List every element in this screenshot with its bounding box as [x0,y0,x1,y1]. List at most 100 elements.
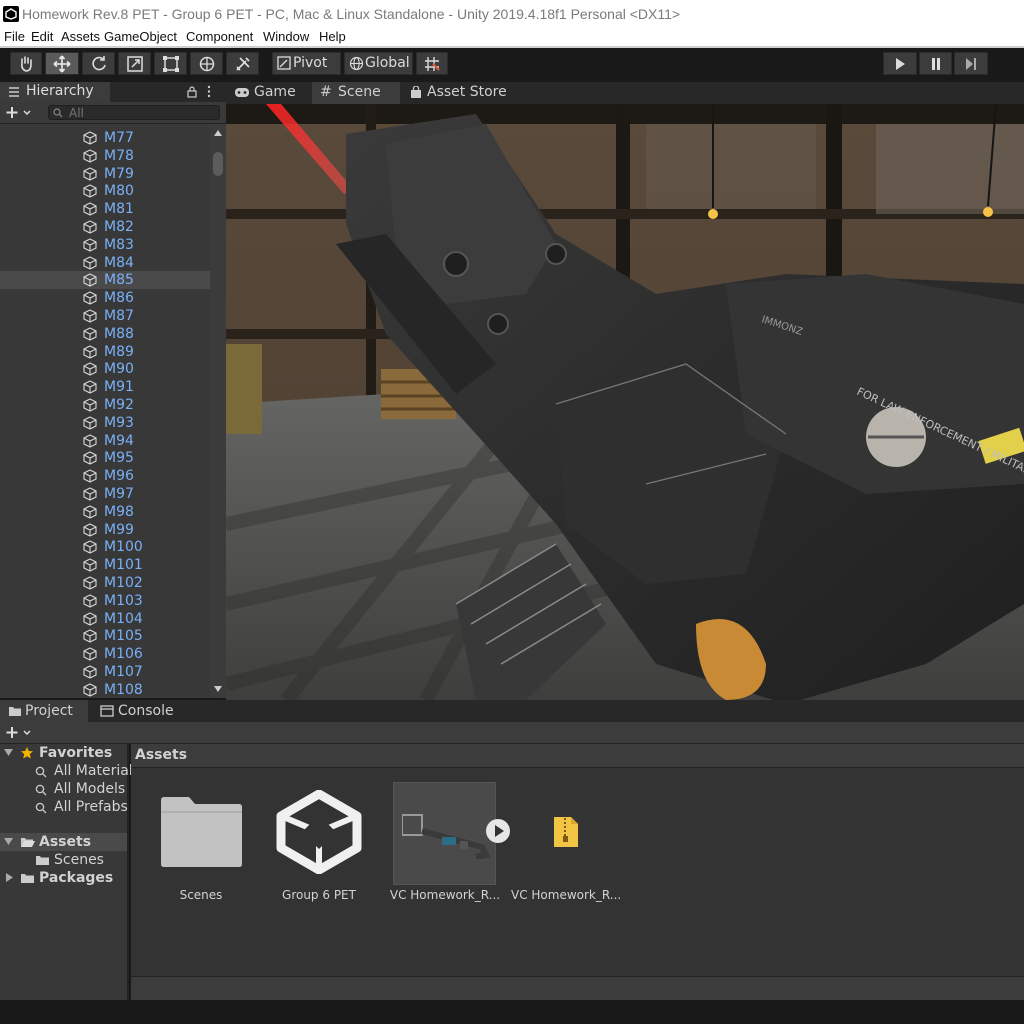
search-icon [35,766,47,778]
asset-scenes-folder[interactable] [153,788,249,888]
zip-file-icon [554,817,578,847]
hierarchy-item[interactable]: M88 [0,325,210,343]
hierarchy-list[interactable]: M77 M78 M79 M80 M81 M82 M83 M84 M85 M86 M87 M88 M89 M… [0,124,226,698]
hierarchy-item[interactable]: M94 [0,432,210,450]
add-icon[interactable] [6,106,36,119]
hierarchy-item[interactable]: M79 [0,165,210,183]
expand-arrow-icon[interactable] [4,838,13,846]
gameobject-cube-icon [83,594,97,608]
hierarchy-item[interactable]: M87 [0,307,210,325]
kebab-menu-icon[interactable] [206,85,212,98]
tab-console[interactable]: Console [92,700,182,722]
menu-gameobject[interactable]: GameObject [104,28,177,46]
favorite-all-materials[interactable]: All Materials [54,762,140,780]
hand-tool-button[interactable] [10,52,42,75]
tab-scene[interactable]: # Scene [312,82,400,104]
hierarchy-item[interactable]: M84 [0,254,210,272]
hierarchy-item[interactable]: M95 [0,449,210,467]
lock-icon[interactable] [186,85,198,98]
console-icon [100,705,114,717]
menu-component[interactable]: Component [186,28,253,46]
hierarchy-item[interactable]: M93 [0,414,210,432]
play-preview-icon[interactable] [485,818,511,844]
menu-window[interactable]: Window [263,28,309,46]
asset-vc-homework-zip[interactable] [517,788,613,888]
play-button[interactable] [883,52,917,75]
hierarchy-item[interactable]: M103 [0,592,210,610]
menu-file[interactable]: File [4,28,25,46]
scroll-thumb[interactable] [213,152,223,176]
menu-assets[interactable]: Assets [61,28,100,46]
gameobject-cube-icon [83,398,97,412]
menu-edit[interactable]: Edit [31,28,53,46]
add-asset-icon[interactable] [6,726,36,739]
gameobject-cube-icon [83,540,97,555]
hierarchy-search-input[interactable] [48,105,220,120]
scale-tool-button[interactable] [118,52,151,75]
hierarchy-item[interactable]: M97 [0,485,210,503]
hierarchy-item[interactable]: M86 [0,289,210,307]
hierarchy-item[interactable]: M107 [0,663,210,681]
gameobject-cube-icon [83,665,97,679]
hierarchy-item[interactable]: M104 [0,610,210,628]
scroll-up-icon[interactable] [214,130,222,136]
favorites-label[interactable]: Favorites [39,744,112,762]
gameobject-cube-icon [83,611,97,626]
hierarchy-toolbar [0,102,226,124]
snap-settings-button[interactable] [416,52,448,75]
favorite-all-prefabs[interactable]: All Prefabs [54,798,128,816]
menu-help[interactable]: Help [319,28,346,46]
rect-transform-icon [162,55,179,72]
project-breadcrumb-bar: Assets [131,744,1024,768]
transform-tool-button[interactable] [190,52,223,75]
breadcrumb-assets[interactable]: Assets [135,747,187,763]
move-tool-button[interactable] [45,52,79,75]
pause-button[interactable] [919,52,952,75]
asset-vc-homework-prefab[interactable] [393,782,496,885]
hierarchy-scrollbar[interactable] [210,124,226,698]
hierarchy-item[interactable]: M92 [0,396,210,414]
hierarchy-item[interactable]: M102 [0,574,210,592]
hierarchy-item[interactable]: M77 [0,129,210,147]
global-toggle[interactable]: Global [344,52,413,75]
hierarchy-item[interactable]: M101 [0,556,210,574]
hierarchy-item-label: M108 [104,681,143,698]
rotate-tool-button[interactable] [82,52,115,75]
scroll-down-icon[interactable] [214,686,222,692]
hash-icon: # [320,84,332,100]
tab-project[interactable]: Project [0,700,88,722]
hierarchy-item[interactable]: M81 [0,200,210,218]
custom-tool-button[interactable] [226,52,259,75]
hierarchy-item[interactable]: M108 [0,681,210,698]
rect-tool-button[interactable] [154,52,187,75]
collapsed-arrow-icon[interactable] [6,873,13,882]
hierarchy-item[interactable]: M90 [0,360,210,378]
hierarchy-item[interactable]: M78 [0,147,210,165]
hierarchy-item-label: M80 [104,183,134,200]
hierarchy-item[interactable]: M106 [0,645,210,663]
hierarchy-item[interactable]: M89 [0,343,210,361]
hierarchy-item[interactable]: M96 [0,467,210,485]
scenes-folder-label[interactable]: Scenes [54,851,104,869]
hierarchy-item[interactable]: M83 [0,236,210,254]
hierarchy-item[interactable]: M80 [0,182,210,200]
hierarchy-item[interactable]: M91 [0,378,210,396]
project-asset-grid: Scenes Group 6 PET VC Homework_R... VC H… [131,768,1024,976]
scene-viewport[interactable]: FOR LAW ENFORCEMENT / MILITARY USE IMMON… [226,104,1024,700]
step-button[interactable] [954,52,988,75]
packages-folder-label[interactable]: Packages [39,869,113,887]
gameobject-cube-icon [83,683,97,697]
asset-group-6-pet[interactable] [271,788,367,888]
hierarchy-item[interactable]: M98 [0,503,210,521]
hierarchy-item[interactable]: M85 [0,271,210,290]
pivot-toggle[interactable]: Pivot [272,52,341,75]
hierarchy-item[interactable]: M82 [0,218,210,236]
expand-arrow-icon[interactable] [4,749,13,757]
hierarchy-item[interactable]: M100 [0,538,210,556]
hierarchy-item[interactable]: M105 [0,627,210,645]
tab-asset-store[interactable]: Asset Store [402,82,512,104]
favorite-all-models[interactable]: All Models [54,780,125,798]
tab-game[interactable]: Game [226,82,310,104]
hierarchy-item[interactable]: M99 [0,521,210,539]
hierarchy-item-label: M78 [104,147,134,164]
